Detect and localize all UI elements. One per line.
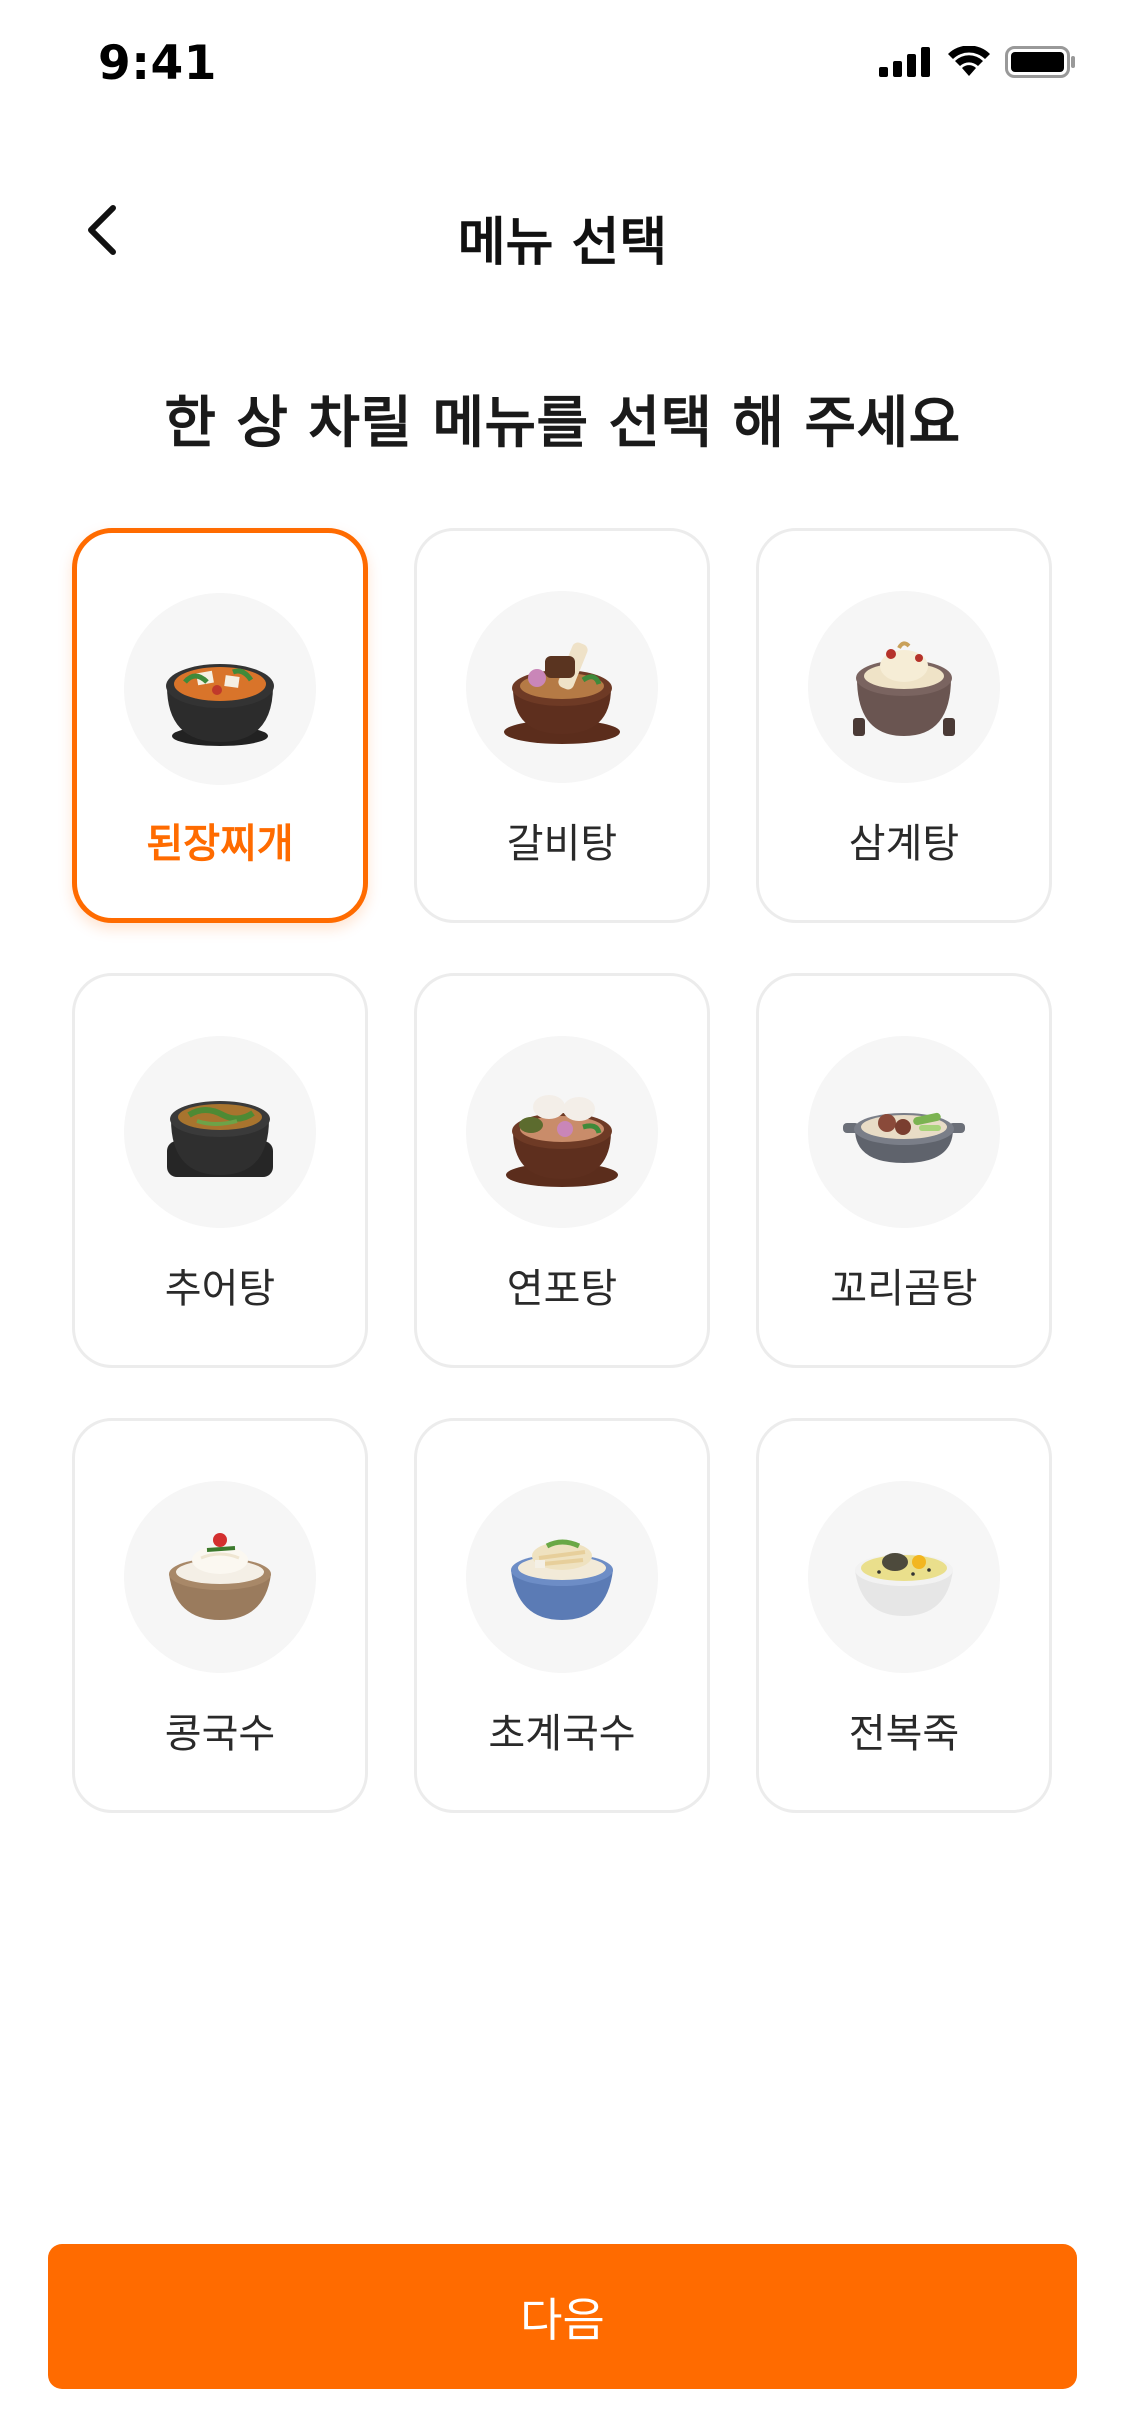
samgyetang-icon bbox=[853, 641, 955, 736]
kongguksu-icon bbox=[169, 1533, 271, 1620]
menu-card-chueotang[interactable]: 추어탕 bbox=[72, 973, 368, 1368]
menu-card-galbitang[interactable]: 갈비탕 bbox=[414, 528, 710, 923]
galbitang-icon bbox=[504, 642, 620, 744]
jeonbokjuk-icon bbox=[855, 1553, 953, 1616]
wifi-icon bbox=[948, 46, 990, 76]
instruction-heading: 한 상 차릴 메뉴를 선택 해 주세요 bbox=[164, 391, 961, 456]
menu-card-yeonpotang[interactable]: 연포탕 bbox=[414, 973, 710, 1368]
menu-card-chogyeguksu[interactable]: 초계국수 bbox=[414, 1418, 710, 1813]
menu-card-label: 꼬리곰탕 bbox=[830, 1266, 978, 1312]
page-title: 메뉴 선택 bbox=[457, 213, 668, 273]
status-icons bbox=[879, 46, 1077, 78]
chueotang-icon bbox=[167, 1101, 273, 1177]
navigation-bar: 메뉴 선택 bbox=[0, 170, 1125, 290]
food-image-frame bbox=[466, 1481, 658, 1673]
food-image-frame bbox=[466, 591, 658, 783]
menu-card-doenjang-jjigae[interactable]: 된장찌개 bbox=[72, 528, 368, 923]
menu-card-label: 연포탕 bbox=[506, 1266, 618, 1312]
menu-card-label: 전복죽 bbox=[848, 1711, 960, 1757]
food-image-frame bbox=[808, 1481, 1000, 1673]
chogyeguksu-icon bbox=[511, 1539, 613, 1620]
food-image-frame bbox=[124, 593, 316, 785]
food-image-frame bbox=[808, 1036, 1000, 1228]
menu-card-label: 초계국수 bbox=[488, 1711, 636, 1757]
food-image-frame bbox=[124, 1481, 316, 1673]
menu-card-label: 추어탕 bbox=[164, 1266, 276, 1312]
menu-card-jeonbokjuk[interactable]: 전복죽 bbox=[756, 1418, 1052, 1813]
yeonpotang-icon bbox=[506, 1095, 618, 1187]
kkorigomtang-icon bbox=[843, 1112, 965, 1163]
menu-card-label: 된장찌개 bbox=[146, 821, 294, 867]
next-button[interactable]: 다음 bbox=[48, 2244, 1077, 2389]
menu-card-label: 콩국수 bbox=[164, 1711, 276, 1757]
battery-icon bbox=[1005, 46, 1075, 78]
status-time: 9:41 bbox=[98, 36, 217, 91]
menu-card-kkorigomtang[interactable]: 꼬리곰탕 bbox=[756, 973, 1052, 1368]
food-image-frame bbox=[808, 591, 1000, 783]
food-image-frame bbox=[466, 1036, 658, 1228]
cellular-signal-icon bbox=[879, 47, 930, 77]
menu-grid: 된장찌개 갈비탕 삼계탕 추어탕 연포탕 꼬리곰탕 콩국수 초계국수 전복죽 bbox=[72, 528, 1053, 1813]
status-bar: 9:41 bbox=[0, 0, 1125, 140]
menu-card-label: 갈비탕 bbox=[506, 821, 618, 867]
menu-card-kongguksu[interactable]: 콩국수 bbox=[72, 1418, 368, 1813]
food-image-frame bbox=[124, 1036, 316, 1228]
menu-card-label: 삼계탕 bbox=[848, 821, 960, 867]
menu-card-samgyetang[interactable]: 삼계탕 bbox=[756, 528, 1052, 923]
doenjang-jjigae-icon bbox=[166, 664, 274, 746]
